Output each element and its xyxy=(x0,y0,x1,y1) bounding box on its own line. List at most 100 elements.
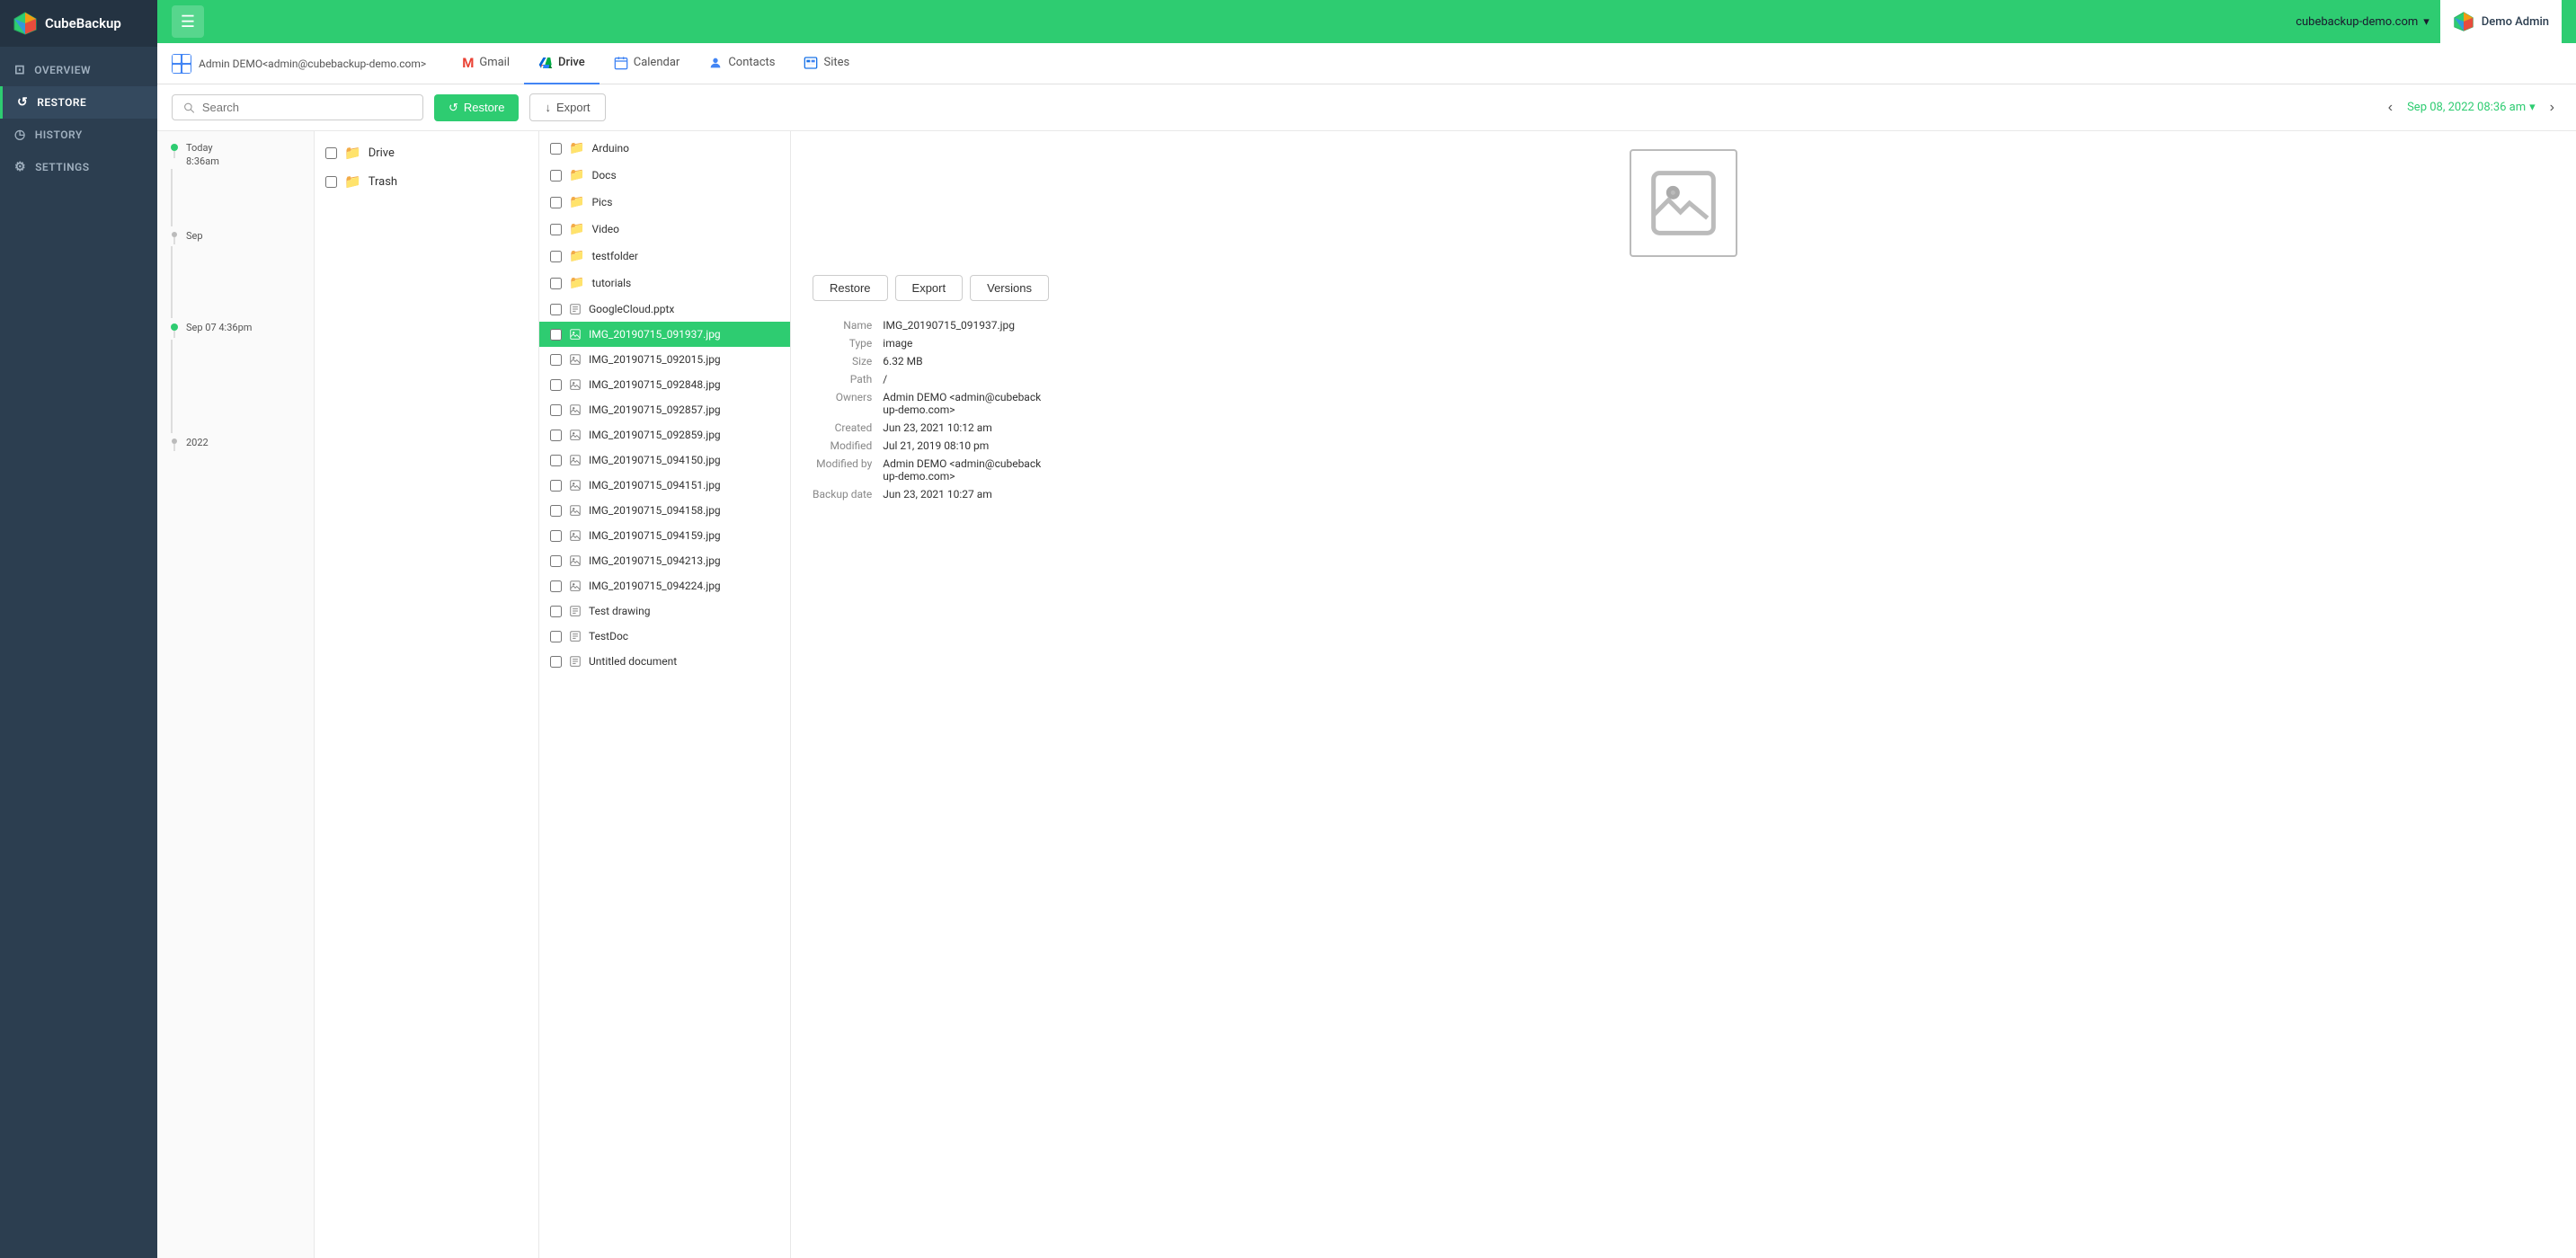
file-test-drawing[interactable]: Test drawing xyxy=(539,598,790,624)
file-tutorials-checkbox[interactable] xyxy=(550,278,562,289)
date-dropdown-icon: ▾ xyxy=(2529,101,2536,114)
file-googlecloud-checkbox[interactable] xyxy=(550,304,562,315)
tab-calendar[interactable]: Calendar xyxy=(600,43,695,84)
domain-selector[interactable]: cubebackup-demo.com ▾ xyxy=(2296,15,2429,29)
file-img-094151[interactable]: IMG_20190715_094151.jpg xyxy=(539,473,790,498)
file-img-091937-checkbox[interactable] xyxy=(550,329,562,341)
tab-drive[interactable]: Drive xyxy=(524,43,600,84)
tab-gmail-label: Gmail xyxy=(479,56,510,69)
folder-trash-icon: 📁 xyxy=(344,173,361,190)
tl-seg xyxy=(171,361,173,368)
file-img-094158[interactable]: IMG_20190715_094158.jpg xyxy=(539,498,790,523)
preview-export-button[interactable]: Export xyxy=(895,275,964,301)
file-arduino[interactable]: 📁 Arduino xyxy=(539,135,790,162)
tl-seg xyxy=(171,311,173,318)
preview-versions-button[interactable]: Versions xyxy=(970,275,1049,301)
hamburger-button[interactable]: ☰ xyxy=(172,5,204,38)
file-img-094150-label: IMG_20190715_094150.jpg xyxy=(589,454,721,466)
file-img-094150[interactable]: IMG_20190715_094150.jpg xyxy=(539,447,790,473)
sidebar-item-settings[interactable]: ⚙ SETTINGS xyxy=(0,151,157,183)
timeline-panel: Today 8:36am xyxy=(157,131,315,1258)
file-img-094159-checkbox[interactable] xyxy=(550,530,562,542)
file-video[interactable]: 📁 Video xyxy=(539,216,790,243)
sidebar-item-overview[interactable]: ⊡ OVERVIEW xyxy=(0,54,157,86)
export-button[interactable]: ↓ Export xyxy=(529,93,605,121)
file-img-094159[interactable]: IMG_20190715_094159.jpg xyxy=(539,523,790,548)
tab-sites-label: Sites xyxy=(823,56,849,69)
overview-icon: ⊡ xyxy=(14,63,25,77)
tab-sites[interactable]: Sites xyxy=(789,43,864,84)
timeline-sep07-label: Sep 07 4:36pm xyxy=(186,320,252,333)
folder-drive-checkbox[interactable] xyxy=(325,147,337,159)
meta-backup-date-label: Backup date xyxy=(813,488,872,501)
file-pics-checkbox[interactable] xyxy=(550,197,562,208)
tl-seg xyxy=(171,304,173,311)
file-img-094158-icon xyxy=(569,504,582,517)
file-img-092857[interactable]: IMG_20190715_092857.jpg xyxy=(539,397,790,422)
file-pics[interactable]: 📁 Pics xyxy=(539,189,790,216)
folder-trash-checkbox[interactable] xyxy=(325,176,337,188)
prev-date-button[interactable]: ‹ xyxy=(2381,96,2400,120)
restore-button[interactable]: ↺ Restore xyxy=(434,94,519,121)
folder-drive[interactable]: 📁 Drive xyxy=(315,138,538,167)
tab-gmail[interactable]: M Gmail xyxy=(448,43,524,84)
file-img-094158-checkbox[interactable] xyxy=(550,505,562,517)
tab-contacts[interactable]: Contacts xyxy=(694,43,789,84)
file-img-094224-checkbox[interactable] xyxy=(550,580,562,592)
sidebar-item-restore[interactable]: ↺ RESTORE xyxy=(0,86,157,119)
file-googlecloud[interactable]: GoogleCloud.pptx xyxy=(539,297,790,322)
tl-seg xyxy=(171,354,173,361)
meta-name-value: IMG_20190715_091937.jpg xyxy=(883,319,2554,332)
next-date-button[interactable]: › xyxy=(2543,96,2562,120)
file-googlecloud-icon xyxy=(569,303,582,315)
file-img-092848[interactable]: IMG_20190715_092848.jpg xyxy=(539,372,790,397)
sidebar: CubeBackup ⊡ OVERVIEW ↺ RESTORE ◷ HISTOR… xyxy=(0,0,157,1258)
tl-seg xyxy=(171,297,173,304)
file-img-091937[interactable]: IMG_20190715_091937.jpg xyxy=(539,322,790,347)
tl-seg xyxy=(171,261,173,268)
restore-icon: ↺ xyxy=(17,95,28,110)
file-docs-checkbox[interactable] xyxy=(550,170,562,182)
file-img-092015-checkbox[interactable] xyxy=(550,354,562,366)
file-img-092857-checkbox[interactable] xyxy=(550,404,562,416)
file-testdoc-checkbox[interactable] xyxy=(550,631,562,642)
file-img-094224[interactable]: IMG_20190715_094224.jpg xyxy=(539,573,790,598)
admin-badge: Demo Admin xyxy=(2440,0,2562,43)
export-btn-label: Export xyxy=(556,101,591,114)
folder-trash[interactable]: 📁 Trash xyxy=(315,167,538,196)
file-tutorials[interactable]: 📁 tutorials xyxy=(539,270,790,297)
meta-backup-date-value: Jun 23, 2021 10:27 am xyxy=(883,488,2554,501)
file-docs[interactable]: 📁 Docs xyxy=(539,162,790,189)
file-img-091937-icon xyxy=(569,328,582,341)
file-img-094213[interactable]: IMG_20190715_094213.jpg xyxy=(539,548,790,573)
sidebar-item-history[interactable]: ◷ HISTORY xyxy=(0,119,157,151)
search-input[interactable] xyxy=(202,101,412,114)
timeline-today-time: 8:36am xyxy=(186,154,219,167)
file-arduino-checkbox[interactable] xyxy=(550,143,562,155)
meta-modified-value: Jul 21, 2019 08:10 pm xyxy=(883,439,2554,452)
date-navigation: ‹ Sep 08, 2022 08:36 am ▾ › xyxy=(2381,96,2562,120)
tl-seg xyxy=(171,404,173,412)
meta-type-value: image xyxy=(883,337,2554,350)
file-img-092015[interactable]: IMG_20190715_092015.jpg xyxy=(539,347,790,372)
file-video-checkbox[interactable] xyxy=(550,224,562,235)
file-img-092848-checkbox[interactable] xyxy=(550,379,562,391)
file-img-092859-checkbox[interactable] xyxy=(550,430,562,441)
timeline-line-sep07 xyxy=(173,331,175,338)
file-untitled-checkbox[interactable] xyxy=(550,656,562,668)
google-workspace-icon xyxy=(172,54,191,74)
preview-restore-button[interactable]: Restore xyxy=(813,275,888,301)
timeline-dot-today xyxy=(171,144,178,151)
file-testfolder[interactable]: 📁 testfolder xyxy=(539,243,790,270)
preview-panel: Restore Export Versions Name IMG_2019071… xyxy=(791,131,2576,1258)
file-img-092859[interactable]: IMG_20190715_092859.jpg xyxy=(539,422,790,447)
search-box[interactable] xyxy=(172,94,423,120)
file-img-094213-checkbox[interactable] xyxy=(550,555,562,567)
date-label[interactable]: Sep 08, 2022 08:36 am ▾ xyxy=(2407,101,2536,114)
file-testdoc[interactable]: TestDoc xyxy=(539,624,790,649)
file-testfolder-checkbox[interactable] xyxy=(550,251,562,262)
file-img-094151-checkbox[interactable] xyxy=(550,480,562,492)
file-img-094150-checkbox[interactable] xyxy=(550,455,562,466)
file-untitled[interactable]: Untitled document xyxy=(539,649,790,674)
file-test-drawing-checkbox[interactable] xyxy=(550,606,562,617)
